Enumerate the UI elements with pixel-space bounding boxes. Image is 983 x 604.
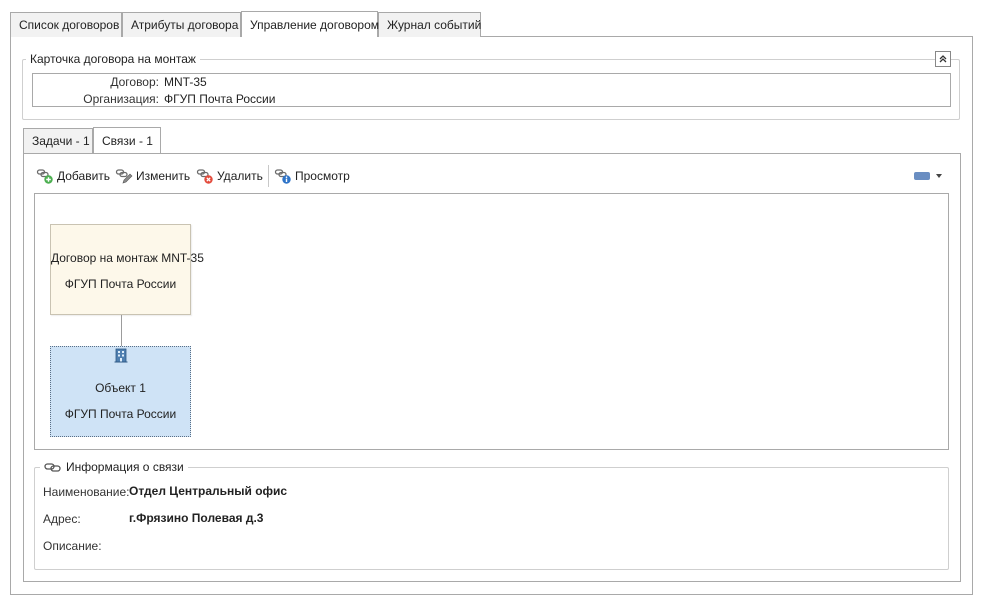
- tab-contract-management[interactable]: Управление договором: [241, 11, 379, 37]
- link-view-icon: [274, 169, 291, 184]
- add-link-button[interactable]: Добавить: [36, 166, 110, 186]
- link-icon: [44, 462, 61, 472]
- contract-value: MNT-35: [164, 75, 207, 89]
- diagram-node-contract[interactable]: Договор на монтаж MNT-35 ФГУП Почта Росс…: [50, 224, 204, 315]
- chevron-double-up-icon: [939, 55, 947, 63]
- link-description-label: Описание:: [43, 539, 102, 553]
- link-info-title: Информация о связи: [40, 460, 188, 474]
- contract-card-title: Карточка договора на монтаж: [26, 52, 200, 66]
- node-object-subtitle: ФГУП Почта России: [64, 407, 177, 421]
- toolbar-separator: [268, 165, 269, 187]
- view-link-button[interactable]: Просмотр: [274, 166, 350, 186]
- delete-link-button[interactable]: Удалить: [196, 166, 263, 186]
- link-add-icon: [36, 169, 53, 184]
- node-contract-title: Договор на монтаж MNT-35: [51, 251, 204, 265]
- diagram-node-object[interactable]: Объект 1 ФГУП Почта России: [50, 346, 191, 437]
- link-edit-icon: [115, 169, 133, 184]
- tab-contract-attributes[interactable]: Атрибуты договора: [122, 12, 241, 37]
- organization-label: Организация:: [83, 92, 159, 106]
- edit-link-button[interactable]: Изменить: [115, 166, 190, 186]
- tab-tasks[interactable]: Задачи - 1: [23, 128, 93, 153]
- node-object-title: Объект 1: [95, 381, 146, 395]
- link-name-label: Наименование:: [43, 485, 130, 499]
- diagram-connector: [121, 315, 122, 346]
- link-name-value: Отдел Центральный офис: [129, 484, 288, 498]
- link-address-label: Адрес:: [43, 512, 81, 526]
- building-icon: [114, 348, 128, 363]
- tab-event-log[interactable]: Журнал событий: [378, 12, 481, 37]
- link-delete-icon: [196, 169, 213, 184]
- node-contract-subtitle: ФГУП Почта России: [64, 277, 177, 291]
- color-picker-button[interactable]: [914, 171, 946, 181]
- chevron-down-icon: [936, 174, 942, 178]
- organization-value: ФГУП Почта России: [164, 92, 276, 106]
- tab-links[interactable]: Связи - 1: [93, 127, 161, 153]
- link-address-value: г.Фрязино Полевая д.3: [129, 511, 264, 525]
- tab-contract-list[interactable]: Список договоров: [10, 12, 122, 37]
- collapse-button[interactable]: [935, 51, 951, 67]
- color-swatch: [914, 172, 930, 180]
- contract-label: Договор:: [110, 75, 159, 89]
